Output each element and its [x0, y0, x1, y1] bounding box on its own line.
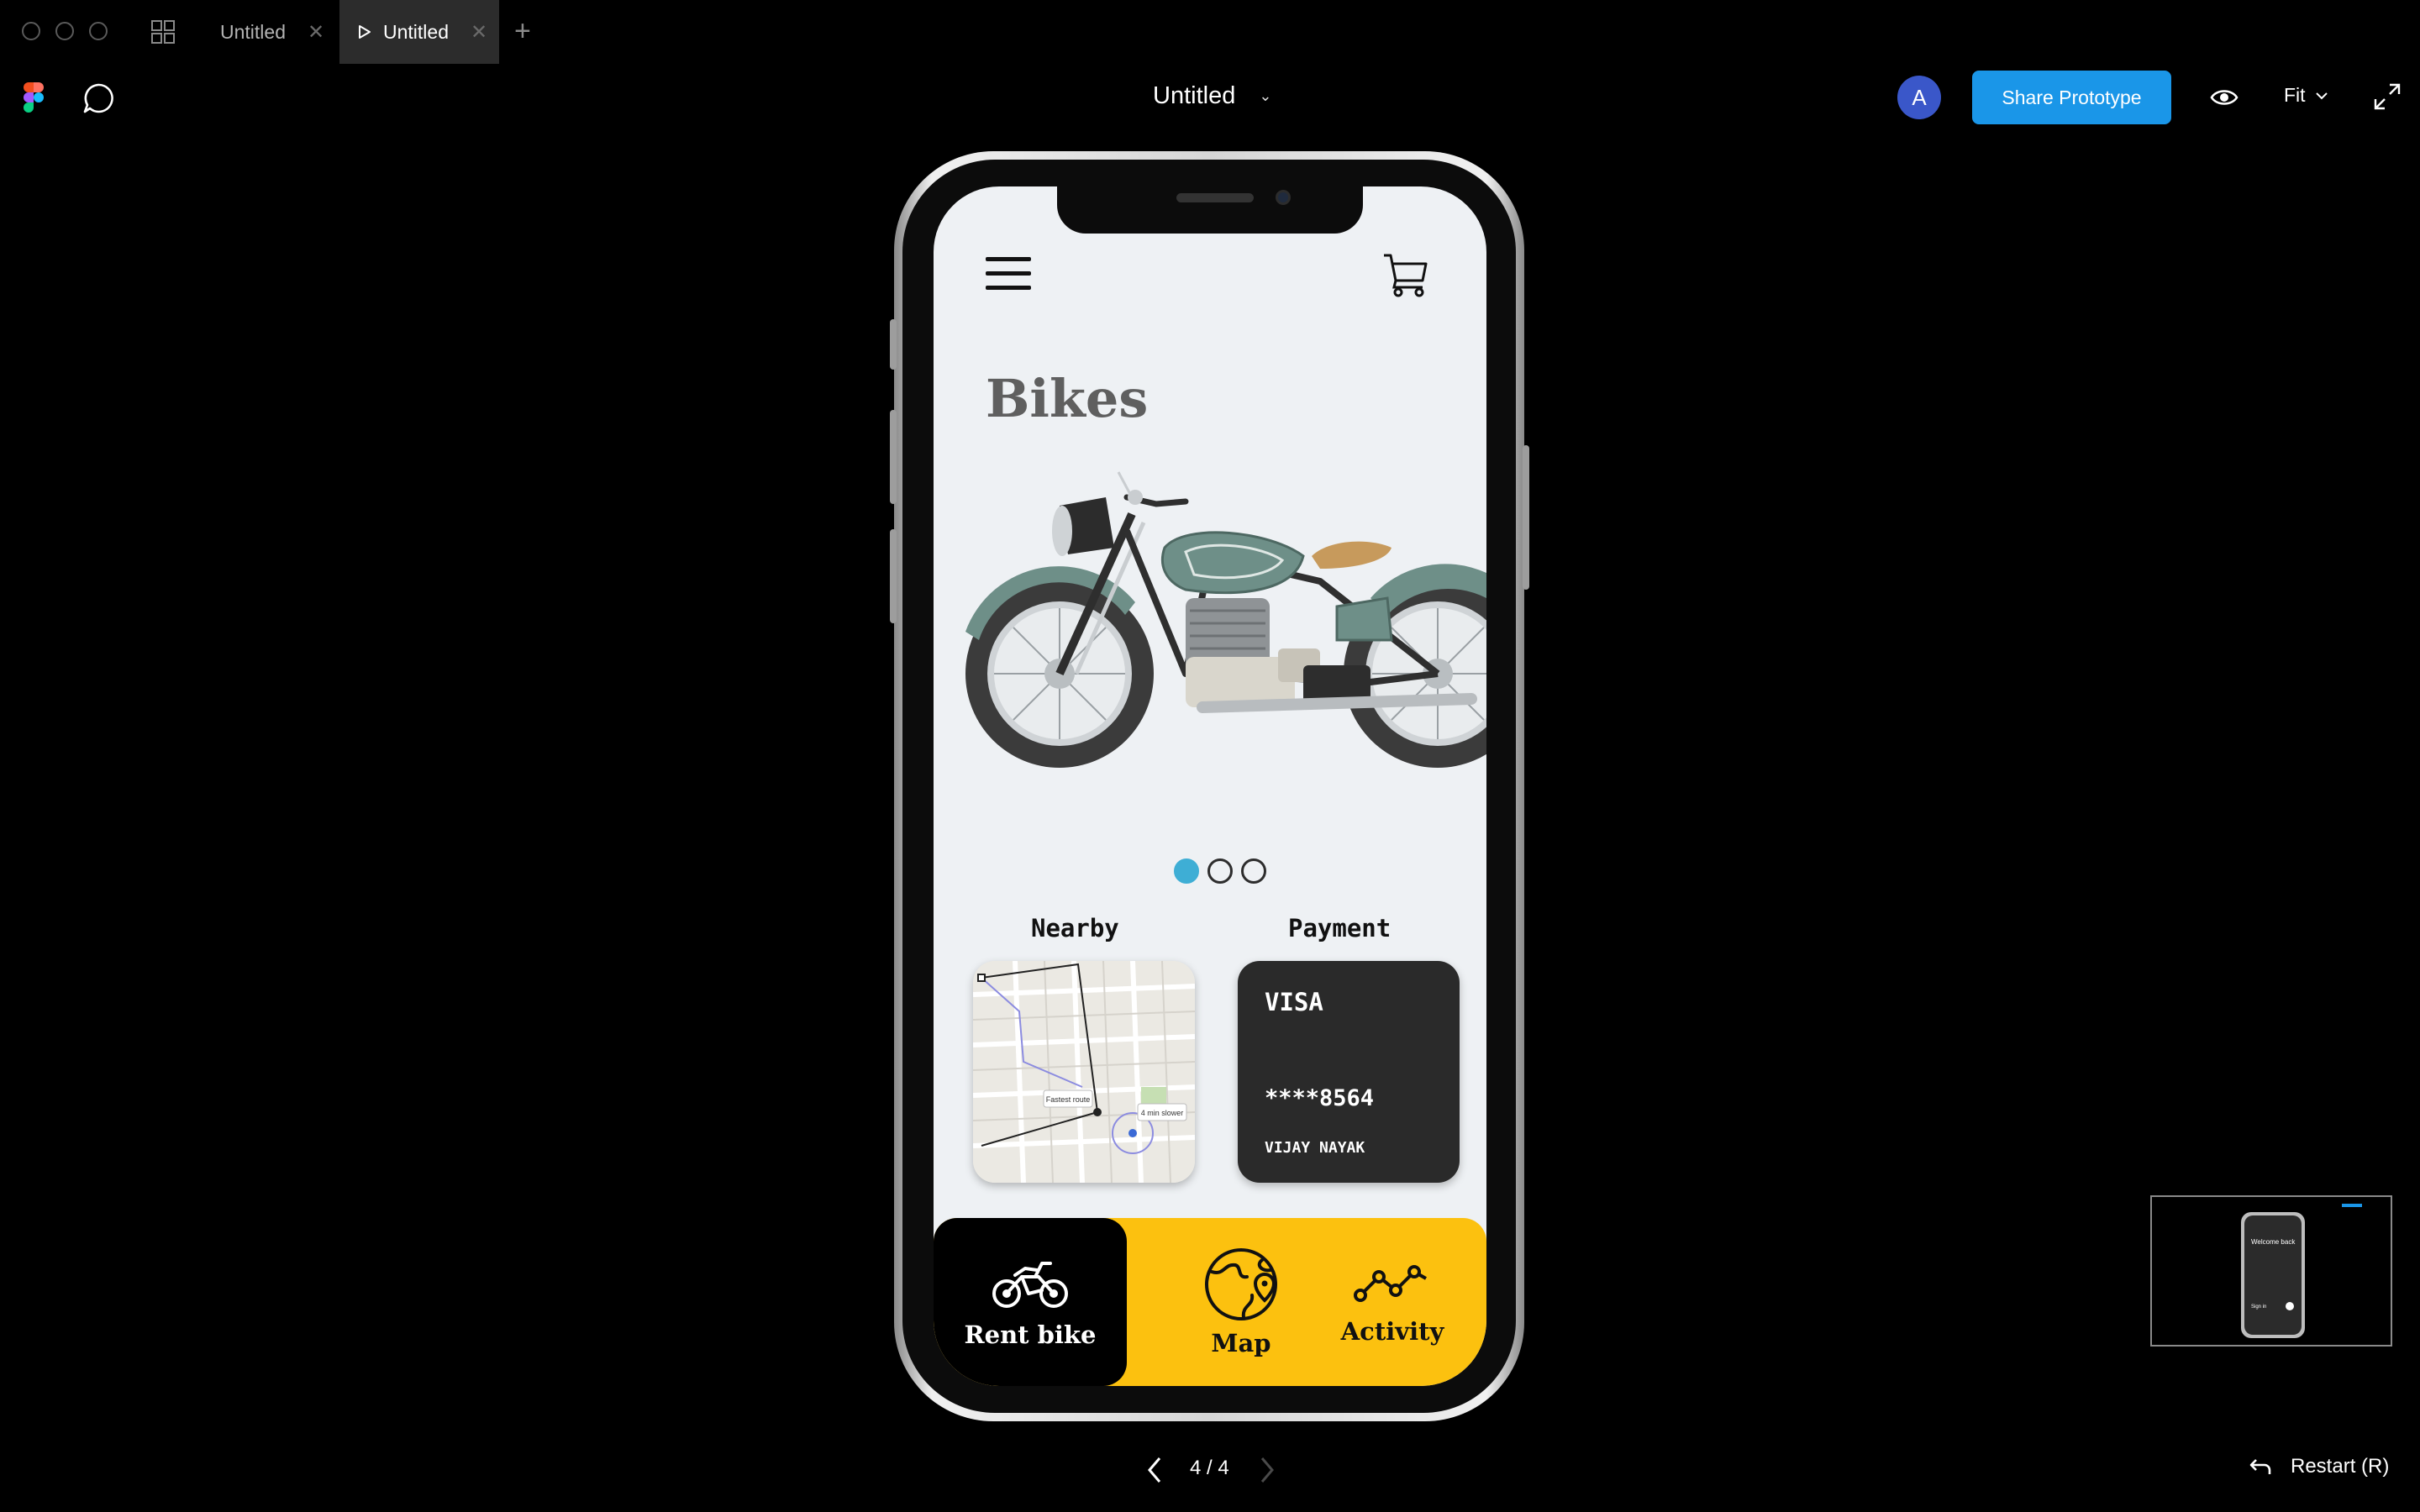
- new-tab-plus-icon[interactable]: +: [514, 17, 531, 45]
- cart-icon[interactable]: [1382, 250, 1429, 297]
- carousel-indicator: [1174, 858, 1266, 884]
- chevron-down-icon: [2315, 92, 2328, 99]
- zoom-window-button[interactable]: [89, 22, 108, 40]
- close-window-button[interactable]: [22, 22, 40, 40]
- speaker-grille: [1176, 193, 1254, 202]
- motorcycle-illustration[interactable]: [934, 455, 1486, 800]
- page-title: Bikes: [986, 368, 1149, 429]
- map-tag-fastest-route: Fastest route: [1046, 1095, 1091, 1104]
- frame-pager: 4 / 4: [1190, 1457, 1229, 1479]
- hamburger-menu-icon[interactable]: [986, 257, 1031, 292]
- nav-label: Map: [1211, 1329, 1271, 1357]
- card-number: ****8564: [1265, 1085, 1375, 1111]
- previous-frame-chevron-icon[interactable]: [1146, 1455, 1163, 1485]
- minimap-preview: Welcome back Sign in: [2241, 1204, 2362, 1338]
- bottom-navigation: Rent bike Map Activity: [934, 1218, 1486, 1386]
- nav-item-rent-bike[interactable]: Rent bike: [934, 1218, 1127, 1386]
- front-camera: [1276, 190, 1291, 205]
- tab-untitled-design[interactable]: Untitled ✕: [208, 0, 339, 64]
- nav-label: Rent bike: [964, 1320, 1097, 1349]
- motorbike-icon: [992, 1262, 1068, 1308]
- document-title-dropdown[interactable]: Untitled ⌄: [1153, 82, 1271, 110]
- minimap-thumbnail[interactable]: Welcome back Sign in: [2150, 1195, 2392, 1347]
- restart-arrow-icon: [2249, 1459, 2271, 1474]
- mute-switch: [890, 319, 897, 370]
- window-title-bar: Untitled ✕ Untitled ✕ +: [0, 0, 2420, 64]
- tab-label: Untitled: [383, 20, 449, 43]
- fullscreen-expand-icon[interactable]: [2373, 82, 2402, 111]
- user-avatar[interactable]: A: [1897, 76, 1941, 119]
- nearby-map-card[interactable]: Fastest route 4 min slower: [973, 961, 1195, 1183]
- nearby-label: Nearby: [1031, 914, 1119, 942]
- carousel-dot-3[interactable]: [1241, 858, 1266, 884]
- document-title: Untitled: [1153, 82, 1236, 109]
- card-holder-name: VIJAY NAYAK: [1265, 1139, 1365, 1157]
- nav-item-activity[interactable]: Activity: [1325, 1262, 1460, 1346]
- share-prototype-button[interactable]: Share Prototype: [1972, 71, 2171, 124]
- globe-pin-icon: [1205, 1248, 1277, 1320]
- tab-close-icon[interactable]: ✕: [471, 20, 487, 45]
- minimap-title: Welcome back: [2251, 1238, 2296, 1246]
- minimap-action: Sign in: [2251, 1305, 2266, 1310]
- file-browser-grid-icon[interactable]: [151, 20, 175, 44]
- activity-graph-icon: [1354, 1265, 1427, 1302]
- volume-up-button: [890, 410, 897, 504]
- map-tag-slower-route: 4 min slower: [1141, 1109, 1184, 1117]
- nearby-map-image: Fastest route 4 min slower: [973, 961, 1195, 1183]
- prototype-toolbar: Untitled ⌄ A Share Prototype Fit: [0, 64, 2420, 131]
- card-brand: VISA: [1265, 988, 1323, 1016]
- power-button: [1523, 445, 1529, 590]
- payment-label: Payment: [1288, 914, 1392, 942]
- figma-logo-icon[interactable]: [24, 82, 44, 113]
- payment-card[interactable]: VISA ****8564 VIJAY NAYAK: [1238, 961, 1460, 1183]
- volume-down-button: [890, 529, 897, 623]
- nav-label: Activity: [1340, 1317, 1444, 1346]
- restart-button[interactable]: Restart (R): [2249, 1455, 2389, 1478]
- minimize-window-button[interactable]: [55, 22, 74, 40]
- zoom-fit-dropdown[interactable]: Fit: [2284, 84, 2328, 107]
- eye-icon[interactable]: [2210, 84, 2238, 111]
- zoom-label: Fit: [2284, 84, 2306, 106]
- next-frame-chevron-icon[interactable]: [1259, 1455, 1276, 1485]
- play-icon: [359, 25, 371, 39]
- tab-untitled-prototype[interactable]: Untitled ✕: [339, 0, 499, 64]
- nav-item-map[interactable]: Map: [1182, 1247, 1300, 1357]
- tab-label: Untitled: [220, 20, 286, 43]
- comment-icon[interactable]: [82, 82, 114, 114]
- restart-label: Restart (R): [2291, 1455, 2390, 1478]
- phone-screen: Bikes Nearby Payment Fastest route 4 min…: [934, 186, 1486, 1386]
- chevron-down-icon: ⌄: [1259, 87, 1272, 104]
- phone-notch: [1057, 186, 1363, 234]
- carousel-dot-1[interactable]: [1174, 858, 1199, 884]
- tab-close-icon[interactable]: ✕: [308, 20, 324, 45]
- carousel-dot-2[interactable]: [1207, 858, 1233, 884]
